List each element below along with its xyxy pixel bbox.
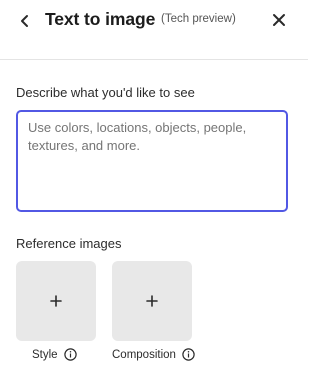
prompt-label: Describe what you'd like to see — [16, 85, 195, 100]
plus-icon — [146, 295, 158, 307]
style-caption: Style — [32, 348, 58, 361]
page-title: Text to image — [45, 9, 156, 29]
composition-reference-upload[interactable] — [112, 261, 192, 341]
style-caption-row: Style — [32, 348, 77, 361]
plus-icon — [50, 295, 62, 307]
composition-caption-row: Composition — [112, 348, 195, 361]
close-icon — [273, 14, 285, 26]
info-icon[interactable] — [182, 348, 195, 361]
back-button[interactable] — [14, 10, 36, 32]
tech-preview-badge: (Tech preview) — [161, 13, 236, 25]
panel-header: Text to image (Tech preview) — [0, 0, 308, 60]
style-reference-upload[interactable] — [16, 261, 96, 341]
chevron-left-icon — [21, 15, 28, 27]
reference-images-label: Reference images — [16, 236, 122, 251]
prompt-input[interactable] — [16, 110, 288, 212]
info-icon[interactable] — [63, 348, 77, 361]
composition-caption: Composition — [112, 348, 176, 361]
close-button[interactable] — [268, 9, 290, 31]
